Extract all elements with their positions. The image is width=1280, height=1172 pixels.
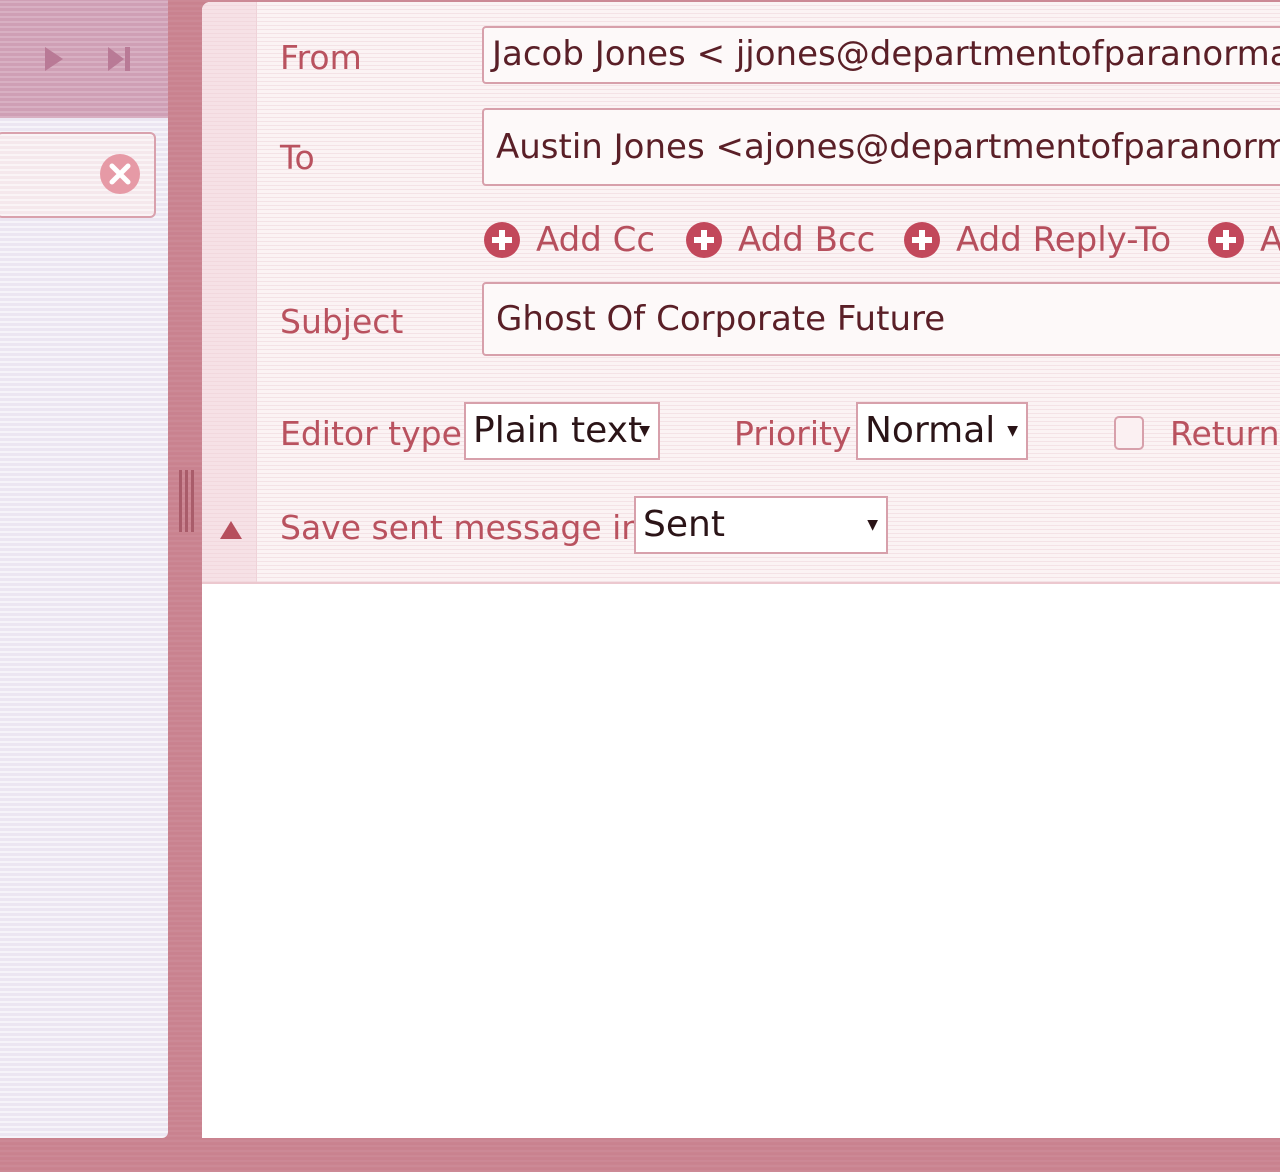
- close-circle-icon[interactable]: [98, 152, 142, 196]
- add-bcc-link[interactable]: Add Bcc: [684, 218, 875, 262]
- add-bcc-label: Add Bcc: [738, 220, 876, 260]
- priority-label: Priority: [734, 414, 852, 453]
- skip-to-end-icon[interactable]: [104, 44, 134, 74]
- save-sent-folder-select[interactable]: Sent ▼: [634, 496, 888, 554]
- message-list-pane: [0, 0, 168, 1138]
- return-receipt-checkbox[interactable]: [1114, 416, 1144, 450]
- pane-splitter-handle[interactable]: [176, 470, 196, 532]
- plus-circle-icon: [1208, 222, 1244, 258]
- add-cc-link[interactable]: Add Cc: [482, 218, 655, 262]
- from-field[interactable]: Jacob Jones < jjones@departmentofparanor…: [482, 26, 1280, 84]
- list-toolbar: [0, 0, 168, 118]
- subject-label: Subject: [280, 302, 404, 341]
- headers-gutter: [202, 2, 257, 582]
- add-reply-to-label: Add Reply-To: [956, 220, 1172, 260]
- add-reply-to-link[interactable]: Add Reply-To: [902, 218, 1171, 262]
- plus-circle-icon: [904, 222, 940, 258]
- add-cc-label: Add Cc: [536, 220, 656, 260]
- save-sent-value: Sent: [643, 504, 725, 545]
- triangle-up-icon[interactable]: [218, 518, 244, 542]
- subject-field[interactable]: Ghost Of Corporate Future: [482, 282, 1280, 356]
- editor-type-label: Editor type: [280, 414, 462, 453]
- compose-headers: From Jacob Jones < jjones@departmentofpa…: [202, 2, 1280, 584]
- play-icon[interactable]: [38, 44, 68, 74]
- plus-circle-icon: [686, 222, 722, 258]
- from-label: From: [280, 38, 362, 77]
- priority-select[interactable]: Normal ▼: [856, 402, 1028, 460]
- priority-value: Normal: [865, 410, 996, 451]
- to-label: To: [280, 138, 315, 177]
- editor-type-select[interactable]: Plain text ▼: [464, 402, 660, 460]
- plus-circle-icon: [484, 222, 520, 258]
- add-more-label: A: [1260, 220, 1280, 260]
- editor-type-value: Plain text: [473, 410, 643, 451]
- to-field[interactable]: Austin Jones <ajones@departmentofparanor…: [482, 108, 1280, 186]
- compose-pane: From Jacob Jones < jjones@departmentofpa…: [202, 2, 1280, 1138]
- return-receipt-label: Return: [1170, 414, 1280, 453]
- dropdown-arrow-icon: ▼: [1007, 423, 1018, 439]
- dropdown-arrow-icon: ▼: [639, 423, 650, 439]
- save-sent-label: Save sent message in: [280, 508, 643, 547]
- dropdown-arrow-icon: ▼: [867, 517, 878, 533]
- add-more-link[interactable]: A: [1206, 218, 1280, 262]
- message-body-editor[interactable]: [202, 584, 1280, 1138]
